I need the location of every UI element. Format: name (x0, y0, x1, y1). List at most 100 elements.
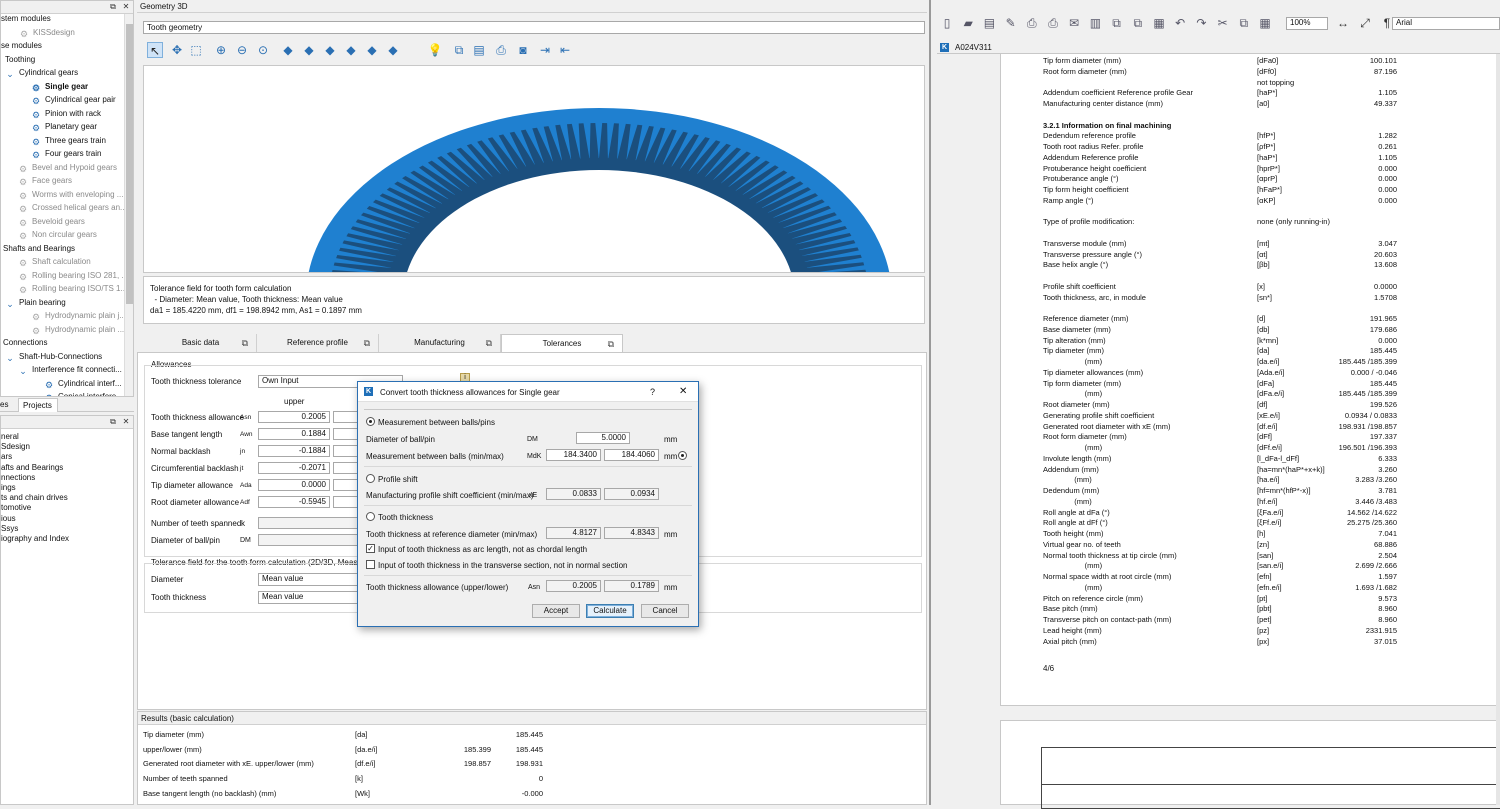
save-icon[interactable]: ▤ (981, 15, 997, 31)
contents-item[interactable]: afts and Bearings (1, 463, 63, 473)
tab-manufacturing[interactable]: Manufacturing ⧉ (379, 334, 501, 352)
tt-min-input[interactable]: 4.8127 (546, 527, 601, 539)
tree-item[interactable]: Connections (3, 336, 47, 349)
tree-item[interactable]: ⚙ Planetary gear (31, 120, 97, 133)
cancel-button[interactable]: Cancel (641, 604, 689, 618)
allowance-upper-input[interactable]: -0.2071 (258, 462, 330, 474)
fit-width-icon[interactable]: ↔ (1335, 15, 1351, 31)
close-icon[interactable]: ✕ (679, 386, 687, 397)
float-icon[interactable]: ⧉ (242, 334, 248, 352)
allowance-upper-input[interactable]: 0.1884 (258, 428, 330, 440)
tree-item[interactable]: ⚙ Four gears train (31, 147, 102, 160)
contents-item[interactable]: tomotive (1, 503, 31, 513)
float-icon[interactable]: ⧉ (108, 417, 118, 427)
radio-profile-shift[interactable] (366, 474, 375, 483)
accept-button[interactable]: Accept (532, 604, 580, 618)
tree-item[interactable]: ⌄ Cylindrical gears (5, 66, 78, 79)
light-icon[interactable]: 💡 (427, 42, 443, 58)
radio-tooth-thickness[interactable] (366, 512, 375, 521)
tab-basic-data[interactable]: Basic data ⧉ (145, 334, 257, 352)
allow-lower-input[interactable]: 0.1789 (604, 580, 659, 592)
gear-viewport[interactable] (143, 65, 925, 273)
paste-icon[interactable]: ⧉ (1130, 15, 1146, 31)
copy-icon[interactable]: ⧉ (1236, 15, 1252, 31)
view-iso-4-icon[interactable]: ◆ (343, 42, 359, 58)
camera-icon[interactable]: ◙ (515, 42, 531, 58)
tree-item[interactable]: se modules (1, 39, 42, 52)
mdk-select-radio[interactable] (678, 451, 687, 460)
contents-item[interactable]: ious (1, 514, 16, 524)
tab-reference-profile[interactable]: Reference profile ⧉ (257, 334, 379, 352)
allow-upper-input[interactable]: 0.2005 (546, 580, 601, 592)
import-icon[interactable]: ⇤ (557, 42, 573, 58)
tree-item[interactable]: ⚙ Face gears (18, 174, 72, 187)
ball-diameter-field[interactable] (258, 534, 358, 546)
mdk-max-input[interactable]: 184.4060 (604, 449, 659, 461)
report-scrollbar[interactable] (1496, 54, 1500, 805)
arc-length-checkbox[interactable]: ✓ (366, 544, 375, 553)
tab-tolerances[interactable]: Tolerances ⧉ (501, 334, 623, 352)
float-icon[interactable]: ⧉ (108, 2, 118, 12)
tree-scrollbar[interactable] (124, 14, 133, 396)
view-select[interactable]: Tooth geometry (143, 21, 925, 34)
shift-min-input[interactable]: 0.0833 (546, 488, 601, 500)
tree-item[interactable]: ⚙ Bevel and Hypoid gears (18, 161, 117, 174)
diameter-select[interactable]: Mean value (258, 573, 358, 586)
allowance-upper-input[interactable]: 0.0000 (258, 479, 330, 491)
zoom-box-icon[interactable]: ⬚ (188, 42, 204, 58)
contents-item[interactable]: Sdesign (1, 442, 30, 452)
mdk-min-input[interactable]: 184.3400 (546, 449, 601, 461)
tree-item[interactable]: ⌄ Plain bearing (5, 296, 65, 309)
tree-item[interactable]: ⚙ Crossed helical gears an... (18, 201, 127, 214)
tree-item[interactable]: ⚙ Cylindrical interf... (44, 377, 122, 390)
tree-item[interactable]: ⚙ Worms with enveloping ... (18, 188, 124, 201)
contents-item[interactable]: iography and Index (1, 534, 69, 544)
tree-item[interactable]: ⚙ Hydrodynamic plain ... (31, 323, 124, 336)
teeth-spanned-field[interactable] (258, 517, 358, 529)
tree-item[interactable]: ⚙ Rolling bearing ISO/TS 1... (18, 282, 127, 295)
view-iso-5-icon[interactable]: ◆ (364, 42, 380, 58)
print-icon[interactable]: ⎙ (493, 42, 509, 58)
allowance-lower-input[interactable] (333, 496, 358, 508)
paste-icon[interactable]: ▦ (1257, 15, 1273, 31)
tooth-thickness-select[interactable]: Mean value (258, 591, 358, 604)
tree-item[interactable]: ⚙ Conical interfere... (44, 390, 123, 396)
zoom-in-icon[interactable]: ⊕ (213, 42, 229, 58)
zoom-select[interactable]: 100% (1286, 17, 1328, 30)
cursor-icon[interactable]: ↖ (147, 42, 163, 58)
save-icon[interactable]: ▤ (471, 42, 487, 58)
float-icon[interactable]: ⧉ (486, 334, 492, 352)
contents-item[interactable]: Ssys (1, 524, 18, 534)
redo-icon[interactable]: ↷ (1193, 15, 1209, 31)
view-iso-6-icon[interactable]: ◆ (385, 42, 401, 58)
allowance-lower-input[interactable] (333, 462, 358, 474)
allowance-lower-input[interactable] (333, 411, 358, 423)
tree-item[interactable]: ⚙ Pinion with rack (31, 107, 101, 120)
view-iso-2-icon[interactable]: ◆ (301, 42, 317, 58)
zoom-out-icon[interactable]: ⊖ (234, 42, 250, 58)
save-as-icon[interactable]: ✎ (1003, 15, 1019, 31)
tree-item[interactable]: ⚙ Rolling bearing ISO 281, ... (18, 269, 128, 282)
transverse-checkbox[interactable] (366, 560, 375, 569)
tree-item[interactable]: ⚙ Shaft calculation (18, 255, 91, 268)
shift-max-input[interactable]: 0.0934 (604, 488, 659, 500)
allowance-lower-input[interactable] (333, 445, 358, 457)
tree-item[interactable]: ⚙ Hydrodynamic plain j... (31, 309, 126, 322)
float-icon[interactable]: ⧉ (364, 334, 370, 352)
tt-max-input[interactable]: 4.8343 (604, 527, 659, 539)
cut-icon[interactable]: ✂ (1215, 15, 1231, 31)
close-icon[interactable]: ✕ (121, 2, 131, 12)
tree-item[interactable]: ⚙ KISSdesign (19, 26, 75, 39)
print-preview-icon[interactable]: ⎙ (1024, 15, 1040, 31)
new-doc-icon[interactable]: ▯ (939, 15, 955, 31)
pan-icon[interactable]: ✥ (169, 42, 185, 58)
tree-item[interactable]: ⚙ Single gear (31, 80, 88, 93)
allowance-lower-input[interactable] (333, 479, 358, 491)
allowance-lower-input[interactable] (333, 428, 358, 440)
open-icon[interactable]: ▰ (960, 15, 976, 31)
view-iso-3-icon[interactable]: ◆ (322, 42, 338, 58)
close-icon[interactable]: ✕ (121, 417, 131, 427)
tree-item[interactable]: stem modules (1, 12, 51, 25)
allowance-upper-input[interactable]: -0.1884 (258, 445, 330, 457)
allowance-upper-input[interactable]: 0.2005 (258, 411, 330, 423)
